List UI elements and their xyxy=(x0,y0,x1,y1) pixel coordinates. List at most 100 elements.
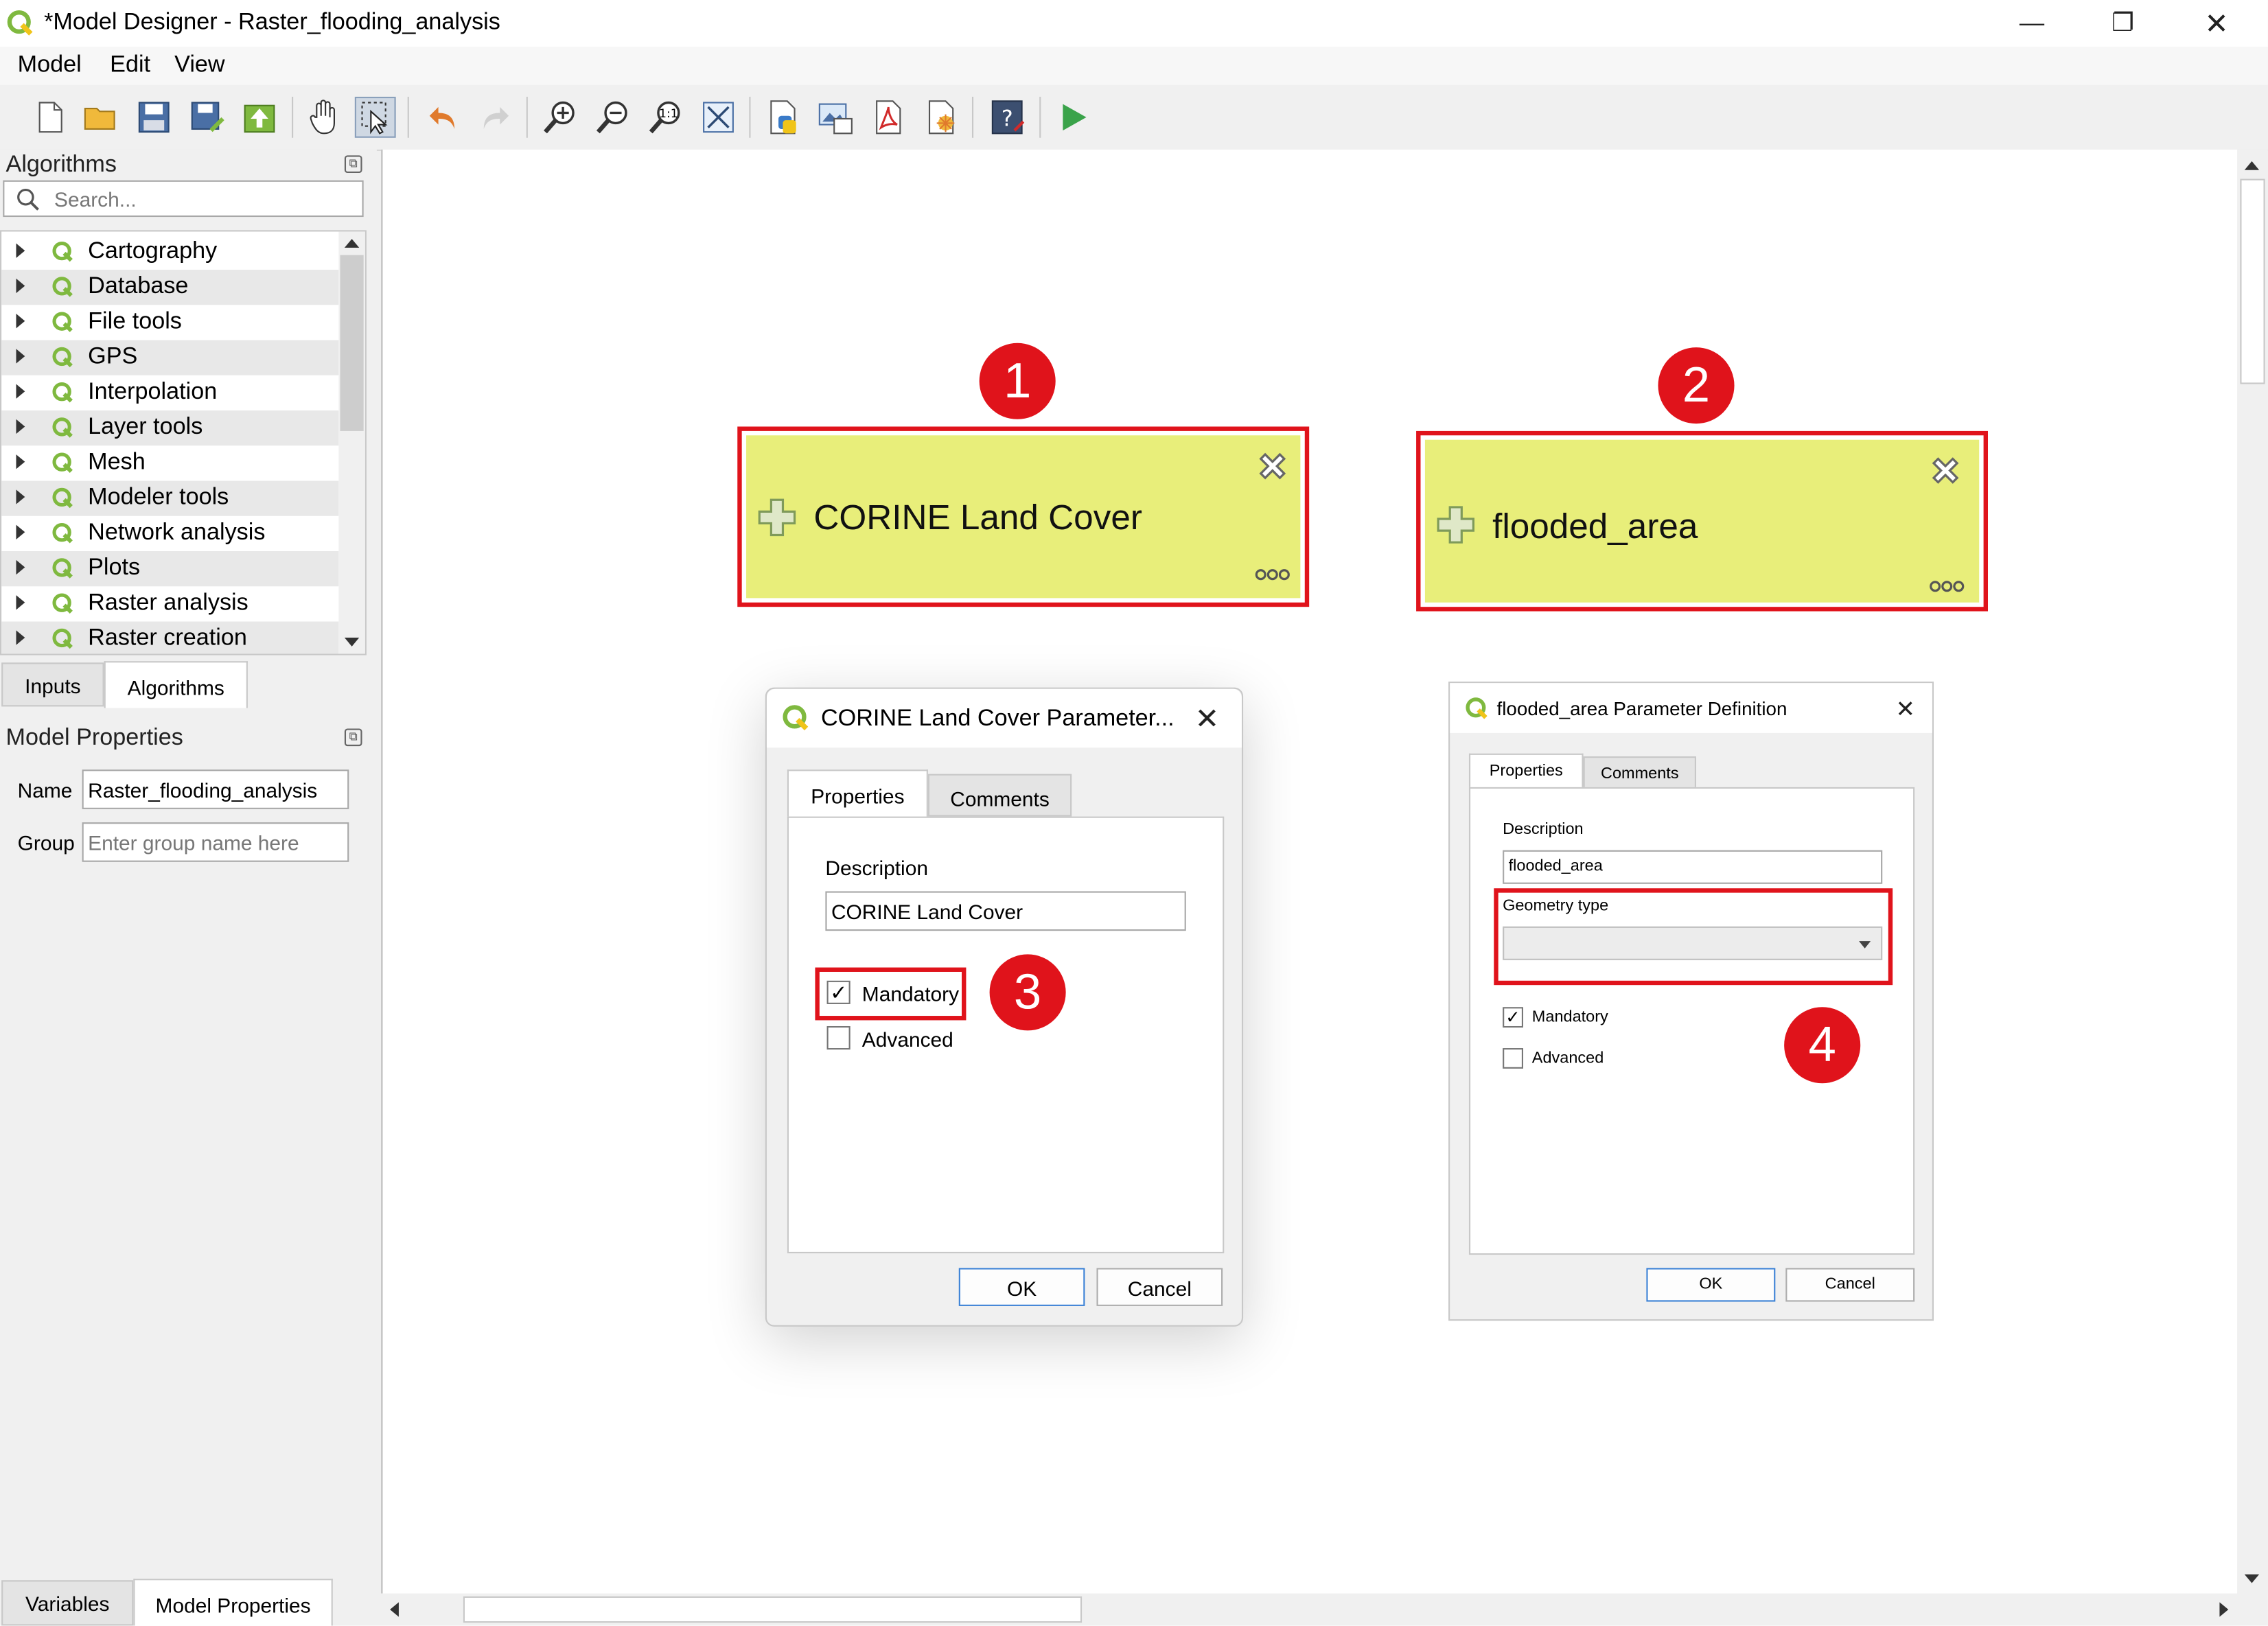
tab-model-properties[interactable]: Model Properties xyxy=(133,1579,333,1626)
tab-inputs[interactable]: Inputs xyxy=(1,662,104,707)
ok-button[interactable]: OK xyxy=(958,1268,1085,1306)
expand-arrow-icon[interactable] xyxy=(16,278,25,294)
search-input[interactable]: Search... xyxy=(3,180,364,218)
save-icon[interactable] xyxy=(133,97,174,138)
menu-edit[interactable]: Edit xyxy=(110,53,150,79)
tree-group-item[interactable]: Raster creation xyxy=(1,621,339,654)
tree-group-item[interactable]: Mesh xyxy=(1,445,338,480)
canvas-vertical-scrollbar[interactable] xyxy=(2237,149,2268,1594)
tree-scrollbar[interactable] xyxy=(338,231,365,654)
tree-group-item[interactable]: Cartography xyxy=(1,235,338,270)
expand-arrow-icon[interactable] xyxy=(16,595,25,610)
description-field[interactable]: CORINE Land Cover xyxy=(825,891,1186,931)
group-field[interactable]: Enter group name here xyxy=(82,822,349,862)
qgis-logo-icon xyxy=(783,705,809,731)
mandatory-label: Mandatory xyxy=(1531,1008,1608,1026)
parameter-node-corine[interactable]: CORINE Land Cover xyxy=(746,435,1301,599)
tab-properties[interactable]: Properties xyxy=(787,769,928,818)
pan-icon[interactable] xyxy=(303,97,345,138)
tree-group-item[interactable]: Layer tools xyxy=(1,410,339,446)
advanced-checkbox[interactable] xyxy=(1503,1048,1523,1069)
tab-variables[interactable]: Variables xyxy=(1,1580,134,1626)
zoom-actual-icon[interactable]: 1:1 xyxy=(645,97,686,138)
tab-properties[interactable]: Properties xyxy=(1468,753,1584,789)
restore-button[interactable]: ❐ xyxy=(2079,0,2166,47)
zoom-out-icon[interactable] xyxy=(592,97,634,138)
model-name-field[interactable]: Raster_flooding_analysis xyxy=(82,769,349,809)
expand-arrow-icon[interactable] xyxy=(16,489,25,504)
geometry-type-dropdown[interactable] xyxy=(1503,926,1883,960)
tab-algorithms[interactable]: Algorithms xyxy=(104,661,248,708)
annotation-badge-2: 2 xyxy=(1658,347,1735,424)
open-model-icon[interactable] xyxy=(80,97,121,138)
zoom-in-icon[interactable] xyxy=(540,97,581,138)
tree-group-item[interactable]: File tools xyxy=(1,305,338,340)
expand-arrow-icon[interactable] xyxy=(16,524,25,539)
tab-comments[interactable]: Comments xyxy=(1583,756,1697,789)
remove-node-icon[interactable] xyxy=(1255,449,1290,484)
cancel-button[interactable]: Cancel xyxy=(1785,1268,1915,1302)
expand-arrow-icon[interactable] xyxy=(16,419,25,434)
parameter-node-flooded-area[interactable]: flooded_area xyxy=(1424,439,1980,603)
edit-help-icon[interactable]: ? xyxy=(986,97,1028,138)
expand-arrow-icon[interactable] xyxy=(16,314,25,329)
mandatory-label: Mandatory xyxy=(861,982,960,1006)
model-canvas[interactable] xyxy=(381,149,2239,1594)
tree-group-item[interactable]: GPS xyxy=(1,340,339,375)
select-icon[interactable] xyxy=(354,96,396,138)
mandatory-checkbox[interactable]: ✓ xyxy=(1503,1007,1523,1028)
minimize-button[interactable]: — xyxy=(1988,0,2076,47)
dialog-close-icon[interactable]: ✕ xyxy=(1195,701,1220,737)
scroll-down-icon[interactable] xyxy=(2244,1574,2260,1583)
export-image-icon[interactable] xyxy=(815,97,856,138)
expand-arrow-icon[interactable] xyxy=(16,559,25,575)
new-model-icon[interactable] xyxy=(30,97,71,138)
remove-node-icon[interactable] xyxy=(1928,453,1963,488)
export-svg-icon[interactable] xyxy=(921,97,962,138)
mandatory-checkbox[interactable]: ✓ xyxy=(826,980,850,1004)
canvas-horizontal-scrollbar[interactable] xyxy=(381,1593,2238,1626)
tree-group-item[interactable]: Database xyxy=(1,269,339,305)
tree-group-item[interactable]: Raster analysis xyxy=(1,586,338,621)
expand-arrow-icon[interactable] xyxy=(16,384,25,399)
menu-model[interactable]: Model xyxy=(18,53,82,79)
scroll-up-icon[interactable] xyxy=(344,239,360,248)
export-pdf-icon[interactable] xyxy=(868,97,909,138)
run-model-icon[interactable] xyxy=(1052,97,1094,138)
scroll-left-icon[interactable] xyxy=(390,1602,399,1617)
more-options-icon[interactable] xyxy=(1928,579,1966,594)
tree-scroll-thumb[interactable] xyxy=(340,255,364,431)
menu-view[interactable]: View xyxy=(174,53,224,79)
description-field[interactable]: flooded_area xyxy=(1503,850,1883,884)
scroll-right-icon[interactable] xyxy=(2219,1602,2229,1617)
zoom-full-icon[interactable] xyxy=(698,97,739,138)
expand-arrow-icon[interactable] xyxy=(16,630,25,645)
scroll-up-icon[interactable] xyxy=(2244,161,2260,170)
export-python-icon[interactable] xyxy=(763,97,804,138)
undock-icon[interactable]: ⧉ xyxy=(344,155,362,174)
save-as-icon[interactable] xyxy=(186,97,227,138)
expand-arrow-icon[interactable] xyxy=(16,349,25,364)
more-options-icon[interactable] xyxy=(1253,568,1292,582)
cancel-button[interactable]: Cancel xyxy=(1096,1268,1223,1306)
expand-arrow-icon[interactable] xyxy=(16,243,25,258)
tree-group-item[interactable]: Network analysis xyxy=(1,516,338,551)
expand-arrow-icon[interactable] xyxy=(16,454,25,469)
tab-comments[interactable]: Comments xyxy=(927,774,1072,817)
canvas-vscroll-thumb[interactable] xyxy=(2240,178,2265,384)
canvas-hscroll-thumb[interactable] xyxy=(463,1596,1083,1623)
tree-group-item[interactable]: Modeler tools xyxy=(1,480,339,516)
advanced-checkbox[interactable] xyxy=(826,1025,850,1050)
tree-group-item[interactable]: Interpolation xyxy=(1,375,338,410)
redo-icon[interactable] xyxy=(475,97,516,138)
close-button[interactable]: ✕ xyxy=(2173,0,2260,47)
undo-icon[interactable] xyxy=(422,97,463,138)
save-in-project-icon[interactable] xyxy=(239,97,280,138)
tree-group-item[interactable]: Plots xyxy=(1,551,339,587)
ok-button[interactable]: OK xyxy=(1646,1268,1776,1302)
dialog-close-icon[interactable]: ✕ xyxy=(1895,695,1915,724)
undock-icon[interactable]: ⧉ xyxy=(344,728,362,747)
algorithm-tree[interactable]: Cartography Database File tools GPS Interpol… xyxy=(0,230,367,655)
scroll-down-icon[interactable] xyxy=(344,638,360,647)
geometry-type-label: Geometry type xyxy=(1503,897,1609,915)
